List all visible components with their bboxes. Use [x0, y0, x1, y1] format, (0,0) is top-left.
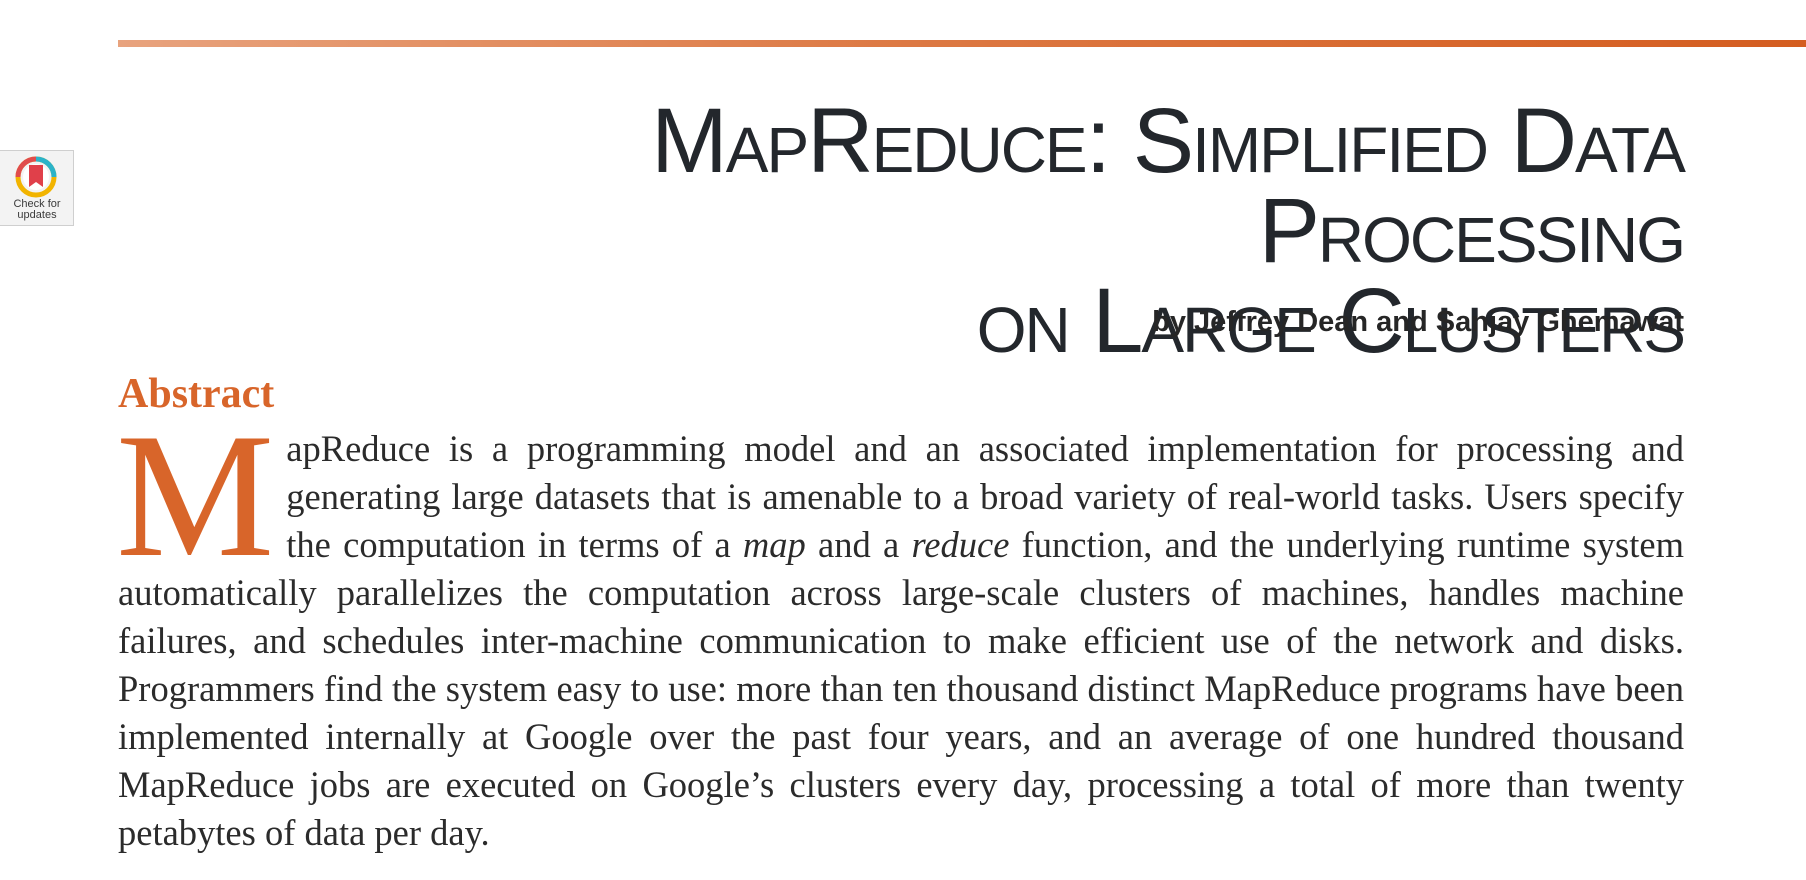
title-line-1: MapReduce: Simplified Data Processing [651, 90, 1686, 282]
author-byline: by Jeffrey Dean and Sanjay Ghemawat [1152, 306, 1684, 338]
badge-label-line2: updates [17, 209, 57, 221]
top-accent-rule [118, 40, 1806, 47]
bookmark-update-icon [15, 156, 57, 198]
check-for-updates-badge[interactable]: Check for updates [0, 150, 74, 226]
abstract-italic-reduce: reduce [911, 524, 1010, 565]
abstract-italic-map: map [742, 524, 806, 565]
badge-label: Check for updates [0, 199, 74, 221]
abstract-text-part2: and a [805, 524, 912, 565]
abstract-paragraph: MapReduce is a programming model and an … [116, 396, 1684, 857]
drop-cap: M [116, 396, 275, 594]
abstract-text-part3: function, and the underlying runtime sys… [118, 524, 1684, 853]
